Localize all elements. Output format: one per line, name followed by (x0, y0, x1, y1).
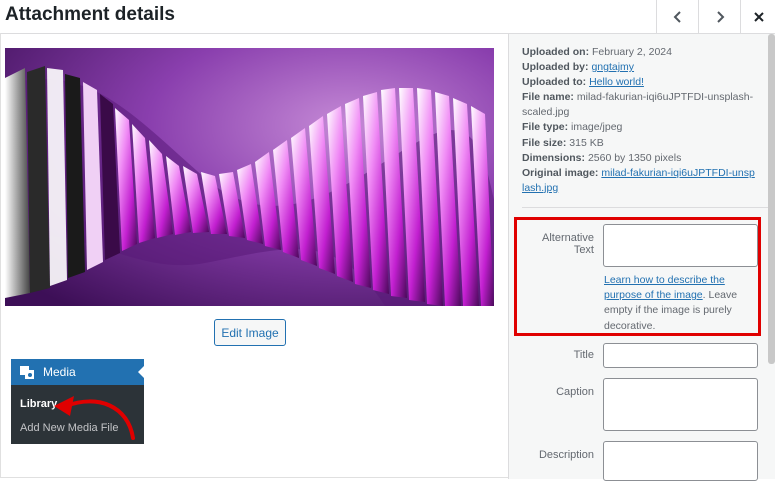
title-label: Title (573, 349, 594, 361)
uploaded-on-value: February 2, 2024 (592, 46, 672, 58)
alt-text-highlight-box (514, 217, 761, 336)
uploaded-by-link[interactable]: gngtajmy (591, 61, 634, 73)
file-size-label: File size: (522, 136, 567, 149)
uploaded-on-label: Uploaded on: (522, 46, 590, 58)
attachment-preview-image (5, 48, 494, 306)
chevron-left-icon (673, 10, 681, 23)
file-type-label: File type: (522, 121, 569, 134)
admin-menu-media-label: Media (43, 365, 76, 379)
file-name-label: File name: (522, 91, 574, 104)
dimensions-value: 2560 by 1350 pixels (587, 151, 682, 164)
original-image-label: Original image: (522, 166, 599, 179)
uploaded-by-label: Uploaded by: (522, 61, 589, 74)
red-annotation-arrow-icon (54, 396, 135, 440)
file-type-value: image/jpeg (571, 121, 623, 134)
admin-menu-media-item[interactable]: Media (11, 359, 144, 385)
file-details: Uploaded on: February 2, 2024 Uploaded b… (522, 45, 757, 196)
close-button[interactable] (740, 0, 775, 33)
previous-button[interactable] (656, 0, 699, 33)
current-menu-indicator (138, 366, 144, 378)
uploaded-to-link[interactable]: Hello world! (589, 76, 644, 88)
caption-field[interactable] (603, 378, 758, 431)
media-icon (20, 366, 34, 379)
modal-header: Attachment details (0, 0, 775, 34)
sidebar-scrollbar[interactable] (768, 34, 775, 364)
description-label: Description (538, 449, 594, 461)
caption-label: Caption (556, 386, 594, 398)
description-field[interactable] (603, 441, 758, 481)
edit-image-button[interactable]: Edit Image (214, 319, 286, 346)
chevron-right-icon (717, 10, 725, 23)
uploaded-to-label: Uploaded to: (522, 76, 587, 89)
modal-title: Attachment details (5, 4, 175, 25)
file-size-value: 315 KB (569, 136, 604, 149)
details-divider (522, 207, 768, 208)
title-field[interactable] (603, 343, 758, 368)
next-button[interactable] (698, 0, 741, 33)
dimensions-label: Dimensions: (522, 151, 586, 164)
close-icon (753, 11, 764, 22)
